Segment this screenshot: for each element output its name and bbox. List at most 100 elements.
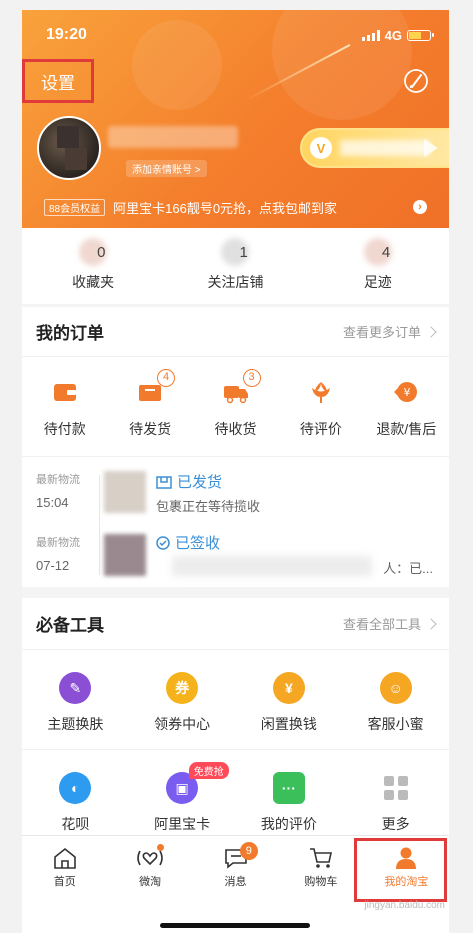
stat-label: 足迹 bbox=[363, 274, 392, 290]
order-label: 待付款 bbox=[43, 421, 86, 437]
tool-idle-exchange[interactable]: ¥ 闲置换钱 bbox=[236, 650, 343, 749]
signal-icon bbox=[361, 30, 380, 41]
settings-button[interactable]: 设置 bbox=[22, 59, 94, 103]
orders-title: 我的订单 bbox=[36, 324, 104, 343]
logistics-item[interactable]: 最新物流 15:04 已发货 包裹正在等待揽收 bbox=[22, 467, 449, 527]
order-to-review[interactable]: 待评价 bbox=[278, 357, 363, 456]
tab-cart[interactable]: 购物车 bbox=[278, 836, 363, 896]
tool-more[interactable]: 更多 bbox=[342, 750, 449, 838]
phone-screen: 19:20 4G 设置 添加亲情账号 > V 88会员权益 阿里宝卡166靓号0… bbox=[22, 10, 449, 933]
tool-label: 阿里宝卡 bbox=[154, 816, 211, 832]
orders-card: 我的订单 查看更多订单 待付款 4 待发货 3 待收货 待评价 ¥ 退款/售后 … bbox=[22, 307, 449, 587]
tab-home[interactable]: 首页 bbox=[22, 836, 107, 896]
palette-icon: ✎ bbox=[59, 672, 92, 704]
tab-messages[interactable]: 9 消息 bbox=[193, 836, 278, 896]
tool-my-reviews[interactable]: ··· 我的评价 bbox=[236, 750, 343, 838]
add-family-account-link[interactable]: 添加亲情账号 > bbox=[126, 160, 207, 177]
service-icon: ☺ bbox=[379, 672, 412, 704]
avatar[interactable] bbox=[37, 116, 101, 180]
yuan-icon: ¥ bbox=[272, 672, 305, 704]
tools-header: 必备工具 查看全部工具 bbox=[22, 598, 449, 650]
logistics-time: 15:04 bbox=[36, 495, 69, 510]
battery-icon bbox=[407, 30, 434, 41]
home-indicator[interactable] bbox=[160, 923, 310, 928]
stat-count: 4 bbox=[381, 244, 391, 261]
order-label: 待发货 bbox=[129, 421, 172, 437]
tool-label: 闲置换钱 bbox=[260, 716, 317, 732]
tool-huabei[interactable]: ◐ 花呗 bbox=[22, 750, 129, 838]
logistics-status: 已发货 bbox=[156, 471, 222, 492]
vip-icon: V bbox=[310, 137, 332, 159]
logistics-desc: 包裹正在等待揽收 bbox=[156, 499, 261, 514]
coupon-icon: 券 bbox=[166, 672, 199, 704]
status-time: 19:20 bbox=[46, 26, 87, 43]
tab-label: 购物车 bbox=[304, 876, 338, 888]
stat-label: 关注店铺 bbox=[207, 274, 264, 290]
watermark: jingyan.baidu.com bbox=[364, 900, 445, 911]
tab-label: 消息 bbox=[224, 876, 247, 888]
stat-followed-shops[interactable]: 1 关注店铺 bbox=[164, 228, 306, 304]
tool-label: 主题换肤 bbox=[47, 716, 104, 732]
logistics-time: 07-12 bbox=[36, 558, 70, 573]
flower-icon bbox=[311, 382, 330, 403]
huabei-icon: ◐ bbox=[59, 772, 92, 804]
logistics-meta: 最新物流 bbox=[36, 474, 80, 486]
tool-label: 花呗 bbox=[61, 816, 90, 832]
order-badge: 4 bbox=[157, 369, 176, 387]
order-badge: 3 bbox=[242, 369, 261, 387]
tool-label: 客服小蜜 bbox=[367, 716, 424, 732]
free-tag: 免费抢 bbox=[188, 762, 229, 779]
member-banner[interactable]: 88会员权益 阿里宝卡166靓号0元抢，点我包邮到家 bbox=[44, 198, 337, 217]
tool-ali-card[interactable]: 免费抢 ▣ 阿里宝卡 bbox=[129, 750, 236, 838]
stat-count: 0 bbox=[97, 244, 106, 261]
vip-text-blurred bbox=[340, 140, 430, 156]
nickname-blurred bbox=[108, 126, 238, 148]
theme-brush-icon[interactable] bbox=[403, 68, 429, 94]
refund-icon: ¥ bbox=[394, 382, 418, 402]
view-all-tools-label: 查看全部工具 bbox=[342, 617, 421, 632]
arrow-right-icon bbox=[424, 139, 438, 157]
status-icons: 4G bbox=[361, 28, 434, 43]
stat-favorites[interactable]: 0 收藏夹 bbox=[22, 228, 164, 304]
tab-label: 微淘 bbox=[139, 876, 162, 888]
box-icon bbox=[156, 475, 172, 489]
stat-count: 1 bbox=[239, 244, 248, 261]
order-pending-payment[interactable]: 待付款 bbox=[22, 357, 107, 456]
tools-row-1: ✎ 主题换肤 券 领券中心 ¥ 闲置换钱 ☺ 客服小蜜 bbox=[22, 650, 449, 750]
logistics-tail: 人：已... bbox=[383, 561, 433, 576]
vip-pill[interactable]: V bbox=[300, 128, 449, 168]
logistics-meta: 最新物流 bbox=[36, 537, 80, 549]
order-to-ship[interactable]: 4 待发货 bbox=[107, 357, 192, 456]
tool-label: 更多 bbox=[381, 816, 410, 832]
tab-weitao[interactable]: 微淘 bbox=[107, 836, 192, 896]
bottom-tab-bar: 首页 微淘 9 消息 购物车 我的淘宝 jingyan.baidu.com bbox=[22, 835, 449, 933]
order-to-receive[interactable]: 3 待收货 bbox=[193, 357, 278, 456]
logistics-item[interactable]: 最新物流 07-12 已签收 人：已... bbox=[22, 530, 449, 590]
tool-label: 我的评价 bbox=[260, 816, 317, 832]
tab-label: 首页 bbox=[53, 876, 76, 888]
view-all-tools-link[interactable]: 查看全部工具 bbox=[342, 614, 437, 633]
chevron-right-icon bbox=[425, 325, 437, 338]
product-thumbnail bbox=[104, 471, 146, 513]
tool-customer-service[interactable]: ☺ 客服小蜜 bbox=[342, 650, 449, 749]
stat-footprints[interactable]: 4 足迹 bbox=[307, 228, 449, 304]
decor-circle bbox=[272, 10, 412, 120]
chevron-right-icon bbox=[425, 617, 437, 630]
view-all-orders-link[interactable]: 查看更多订单 bbox=[343, 322, 437, 341]
network-label: 4G bbox=[384, 28, 402, 43]
orders-header: 我的订单 查看更多订单 bbox=[22, 307, 449, 357]
order-refund[interactable]: ¥ 退款/售后 bbox=[364, 357, 449, 456]
order-label: 待收货 bbox=[214, 421, 257, 437]
member-promo-text: 阿里宝卡166靓号0元抢，点我包邮到家 bbox=[113, 201, 338, 216]
chevron-right-icon[interactable]: › bbox=[413, 200, 427, 214]
highlight-frame bbox=[354, 838, 447, 902]
check-circle-icon bbox=[156, 535, 170, 550]
tool-coupon-center[interactable]: 券 领券中心 bbox=[129, 650, 236, 749]
product-thumbnail bbox=[104, 534, 146, 576]
tool-theme-skin[interactable]: ✎ 主题换肤 bbox=[22, 650, 129, 749]
logistics-status-label: 已签收 bbox=[175, 535, 221, 552]
wallet-icon bbox=[53, 384, 76, 401]
order-label: 退款/售后 bbox=[376, 421, 437, 437]
decor-circle bbox=[132, 20, 222, 110]
stat-label: 收藏夹 bbox=[72, 274, 115, 290]
